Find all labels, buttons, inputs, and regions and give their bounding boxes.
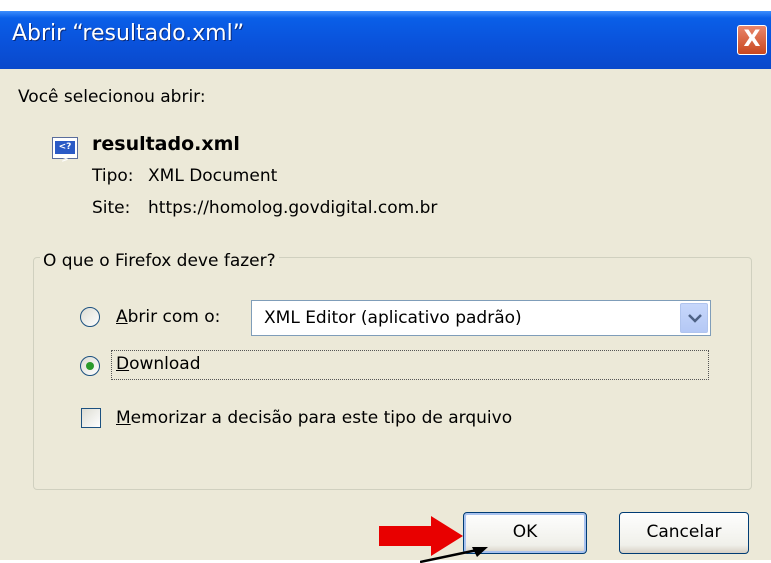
type-value: XML Document	[148, 166, 278, 186]
radio-selected-dot	[86, 362, 94, 370]
title-bar[interactable]: Abrir “resultado.xml” X	[0, 11, 771, 69]
download-label[interactable]: Download	[116, 354, 201, 374]
remember-checkbox[interactable]	[81, 408, 101, 428]
application-select[interactable]: XML Editor (aplicativo padrão)	[251, 300, 711, 336]
dialog-window: Abrir “resultado.xml” X Você selecionou …	[0, 11, 771, 563]
remember-label[interactable]: Memorizar a decisão para este tipo de ar…	[116, 408, 512, 428]
close-button[interactable]: X	[737, 25, 767, 55]
chevron-down-icon[interactable]	[680, 303, 708, 333]
group-legend: O que o Firefox deve fazer?	[40, 251, 279, 271]
file-name: resultado.xml	[92, 133, 240, 155]
open-with-label[interactable]: Abrir com o:	[116, 307, 220, 327]
application-select-value: XML Editor (aplicativo padrão)	[264, 308, 522, 328]
site-value: https://homolog.govdigital.com.br	[148, 198, 438, 218]
download-label-rest: ownload	[129, 354, 201, 374]
type-label: Tipo:	[92, 166, 134, 186]
download-accel: D	[116, 354, 130, 374]
remember-accel: M	[116, 408, 131, 428]
open-with-radio[interactable]	[80, 307, 100, 327]
site-label: Site:	[92, 198, 131, 218]
download-radio[interactable]	[80, 356, 100, 376]
xml-file-icon: <?>	[52, 137, 78, 165]
open-with-accel: A	[116, 307, 128, 327]
download-focus-outline	[111, 350, 709, 380]
cancel-button[interactable]: Cancelar	[619, 512, 749, 554]
intro-text: Você selecionou abrir:	[18, 87, 206, 107]
open-with-label-rest: brir com o:	[127, 307, 221, 327]
remember-label-rest: emorizar a decisão para este tipo de arq…	[130, 408, 513, 428]
close-icon: X	[743, 27, 761, 52]
dialog-title: Abrir “resultado.xml”	[12, 21, 245, 46]
black-arrow-icon	[420, 547, 488, 563]
